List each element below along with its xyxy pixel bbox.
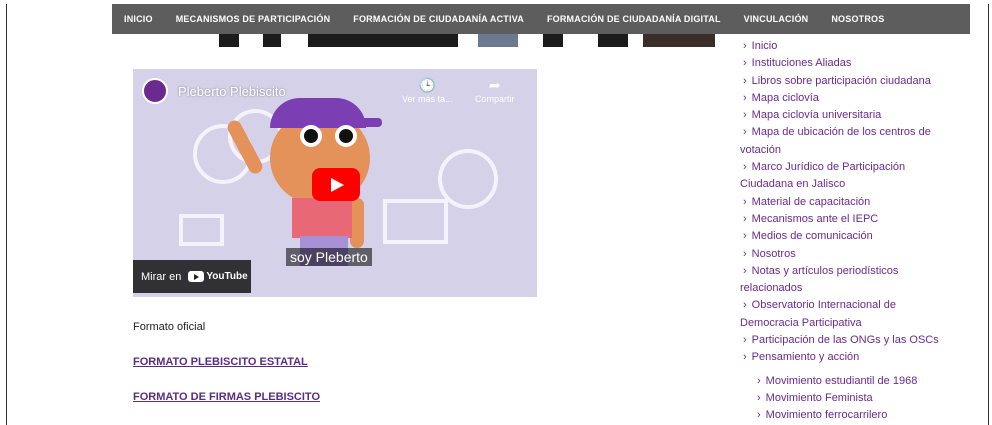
- sidebar-item-pensamiento[interactable]: › Pensamiento y acción: [740, 349, 955, 366]
- formato-oficial-label: Formato oficial: [133, 321, 206, 333]
- chevron-right-icon: ›: [743, 74, 747, 87]
- formato-firmas-plebiscito-link[interactable]: FORMATO DE FIRMAS PLEBISCITO: [133, 391, 320, 403]
- sidebar-subitem-feminista[interactable]: › Movimiento Feminista: [754, 390, 955, 407]
- nav-inicio[interactable]: INICIO: [124, 14, 153, 24]
- formato-plebiscito-estatal-link[interactable]: FORMATO PLEBISCITO ESTATAL: [133, 356, 308, 368]
- chevron-right-icon: ›: [743, 247, 747, 260]
- watch-later-button[interactable]: 🕒 Ver más ta...: [402, 77, 453, 104]
- chevron-right-icon: ›: [743, 57, 747, 70]
- sidebar-item-observatorio-cont[interactable]: Democracia Participativa: [740, 315, 955, 332]
- nav-nosotros[interactable]: NOSOTROS: [831, 14, 884, 24]
- sidebar-item-mapa-centros-cont[interactable]: votación: [740, 142, 955, 159]
- sidebar-item-medios[interactable]: › Medios de comunicación: [740, 228, 955, 245]
- nav-ciudadania-digital[interactable]: FORMACIÓN DE CIUDADANÍA DIGITAL: [547, 14, 721, 24]
- chevron-right-icon: ›: [743, 299, 747, 312]
- chevron-right-icon: ›: [757, 409, 761, 422]
- sidebar-item-marco-juridico[interactable]: › Marco Jurídico de Participación: [740, 159, 955, 176]
- chevron-right-icon: ›: [757, 374, 761, 387]
- share-arrow-icon: ➦: [488, 77, 501, 93]
- chevron-right-icon: ›: [743, 91, 747, 104]
- chevron-right-icon: ›: [743, 195, 747, 208]
- character-arm-right: [350, 198, 364, 248]
- watch-on-label: Mirar en: [141, 270, 182, 283]
- nav-vinculacion[interactable]: VINCULACIÓN: [744, 14, 809, 24]
- sidebar-item-mapa-centros[interactable]: › Mapa de ubicación de los centros de: [740, 124, 955, 141]
- sidebar-item-observatorio[interactable]: › Observatorio Internacional de: [740, 297, 955, 314]
- sidebar-item-notas[interactable]: › Notas y artículos periodísticos: [740, 263, 955, 280]
- chevron-right-icon: ›: [743, 40, 747, 52]
- clock-icon: 🕒: [418, 77, 436, 93]
- sidebar-item-inicio[interactable]: › Inicio: [740, 38, 955, 55]
- nav-mecanismos[interactable]: MECANISMOS DE PARTICIPACIÓN: [176, 14, 331, 24]
- watch-on-youtube-button[interactable]: Mirar en YouTube: [133, 260, 251, 293]
- chevron-right-icon: ›: [743, 264, 747, 277]
- sidebar-item-nosotros[interactable]: › Nosotros: [740, 246, 955, 263]
- chevron-right-icon: ›: [743, 230, 747, 243]
- sidebar-item-mapa-ciclovia-universitaria[interactable]: › Mapa ciclovía universitaria: [740, 107, 955, 124]
- chevron-right-icon: ›: [743, 351, 747, 364]
- chevron-right-icon: ›: [743, 109, 747, 122]
- sidebar-item-mapa-ciclovia[interactable]: › Mapa ciclovía: [740, 90, 955, 107]
- sidebar-item-ongs[interactable]: › Participación de las ONGs y las OSCs: [740, 332, 955, 349]
- video-title[interactable]: Pleberto Plebiscito: [178, 84, 286, 99]
- sidebar-item-marco-juridico-cont[interactable]: Ciudadana en Jalisco: [740, 176, 955, 193]
- chevron-right-icon: ›: [743, 126, 747, 139]
- sidebar-item-libros[interactable]: › Libros sobre participación ciudadana: [740, 73, 955, 90]
- sidebar-subitem-ferrocarrilero[interactable]: › Movimiento ferrocarrilero: [754, 407, 955, 424]
- chevron-right-icon: ›: [743, 161, 747, 174]
- character-eye-right: [335, 125, 357, 147]
- sidebar-item-instituciones[interactable]: › Instituciones Aliadas: [740, 55, 955, 72]
- sidebar-item-material[interactable]: › Material de capacitación: [740, 194, 955, 211]
- character-eye-left: [300, 125, 322, 147]
- channel-logo[interactable]: [142, 78, 168, 104]
- sidebar-subitem-1968[interactable]: › Movimiento estudiantil de 1968: [754, 373, 955, 390]
- chevron-right-icon: ›: [743, 212, 747, 225]
- character-shirt: [292, 198, 352, 238]
- youtube-play-icon: [188, 271, 205, 282]
- sidebar-menu: › Inicio › Instituciones Aliadas › Libros s…: [740, 38, 955, 425]
- chevron-right-icon: ›: [743, 334, 747, 347]
- sidebar-item-mecanismos[interactable]: › Mecanismos ante el IEPC: [740, 211, 955, 228]
- chevron-right-icon: ›: [757, 391, 761, 404]
- sidebar-submenu: › Movimiento estudiantil de 1968 › Movimie…: [740, 373, 955, 425]
- hero-image-bottom: [133, 34, 715, 47]
- nav-ciudadania-activa[interactable]: FORMACIÓN DE CIUDADANÍA ACTIVA: [353, 14, 524, 24]
- sidebar-item-notas-cont[interactable]: relacionados: [740, 280, 955, 297]
- video-subtitle: soy Pleberto: [286, 248, 372, 266]
- youtube-logo: YouTube: [188, 271, 248, 282]
- play-button[interactable]: [312, 168, 360, 201]
- character-cap-bill: [330, 118, 382, 127]
- share-button[interactable]: ➦ Compartir: [475, 77, 515, 104]
- top-navigation: INICIO MECANISMOS DE PARTICIPACIÓN FORMA…: [112, 4, 970, 34]
